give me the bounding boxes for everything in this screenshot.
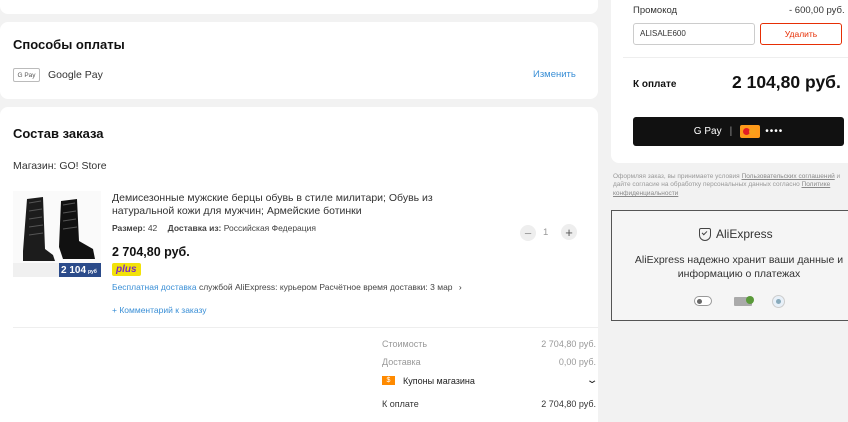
payment-methods-title: Способы оплаты: [13, 37, 125, 52]
secure-payment-icon: [772, 295, 785, 308]
consent-text: Оформляя заказ, вы принимаете условия По…: [613, 173, 841, 197]
card-secure-icon: [694, 296, 712, 306]
google-pay-icon: G Pay: [13, 68, 40, 82]
order-card: Состав заказа Магазин: GO! Store 2 104 ру…: [0, 107, 598, 422]
verified-icon: [734, 296, 754, 306]
pay-with-google-pay-button[interactable]: G Pay | ••••: [633, 117, 844, 146]
terms-link[interactable]: Пользовательских соглашений: [742, 173, 835, 180]
divider: [13, 327, 598, 328]
checkout-total-label: К оплате: [633, 79, 677, 90]
product-price: 2 704,80 руб.: [112, 245, 190, 259]
chevron-down-icon: ⌄: [585, 375, 599, 386]
separator: |: [729, 126, 733, 137]
product-attributes: Размер: 42 Доставка из: Российская Федер…: [112, 223, 316, 233]
store-coupons-row[interactable]: $ Купоны магазина ⌄: [382, 375, 599, 386]
chevron-right-icon: ›: [458, 282, 462, 292]
product-title-line-2: натуральной кожи для мужчин; Армейские б…: [112, 205, 362, 218]
product-thumbnail[interactable]: 2 104 руб: [13, 191, 101, 277]
qty-value[interactable]: 1: [543, 227, 548, 238]
remove-promo-button[interactable]: Удалить: [760, 23, 842, 45]
order-title: Состав заказа: [13, 126, 104, 141]
coupon-icon: $: [382, 376, 395, 385]
payment-methods-card: Способы оплаты G Pay Google Pay Изменить: [0, 22, 598, 99]
promo-code-input[interactable]: ALISALE600: [633, 23, 755, 45]
thumb-price: 2 104 руб: [61, 265, 97, 276]
checkout-total-value: 2 104,80 руб.: [732, 72, 841, 92]
plus-badge: plus: [112, 263, 141, 276]
summary-total-row: К оплате 2 704,80 руб.: [382, 399, 596, 409]
increase-qty-button[interactable]: +: [561, 224, 577, 240]
product-title[interactable]: Демисезонные мужские берцы обувь в стиле…: [112, 192, 452, 218]
security-header: AliExpress: [699, 227, 773, 241]
card-mask: ••••: [765, 126, 784, 137]
gpay-logo: G Pay: [693, 126, 722, 137]
decrease-qty-button[interactable]: −: [520, 225, 536, 241]
summary-delivery-row: Доставка 0,00 руб.: [382, 357, 596, 367]
delivery-info[interactable]: Бесплатная доставка службой AliExpress: …: [112, 282, 462, 292]
promo-label: Промокод: [633, 5, 678, 16]
divider: [623, 57, 848, 58]
shield-check-icon: [699, 227, 711, 241]
security-text: AliExpress надежно хранит ваши данные и …: [634, 254, 844, 280]
checkout-card: Промокод - 600,00 руб. ALISALE600 Удалит…: [611, 0, 848, 163]
mastercard-icon: [740, 125, 761, 138]
promo-discount: - 600,00 руб.: [789, 5, 845, 16]
order-comment-link[interactable]: + Комментарий к заказу: [112, 305, 207, 315]
store-name[interactable]: Магазин: GO! Store: [13, 160, 107, 172]
change-payment-button[interactable]: Изменить: [533, 69, 576, 80]
security-card: AliExpress AliExpress надежно хранит ваш…: [611, 210, 848, 321]
product-title-line-1: Демисезонные мужские берцы обувь в стиле…: [112, 192, 433, 204]
payment-method-name: Google Pay: [48, 69, 103, 81]
summary-cost-row: Стоимость 2 704,80 руб.: [382, 339, 596, 349]
top-card: [0, 0, 598, 14]
